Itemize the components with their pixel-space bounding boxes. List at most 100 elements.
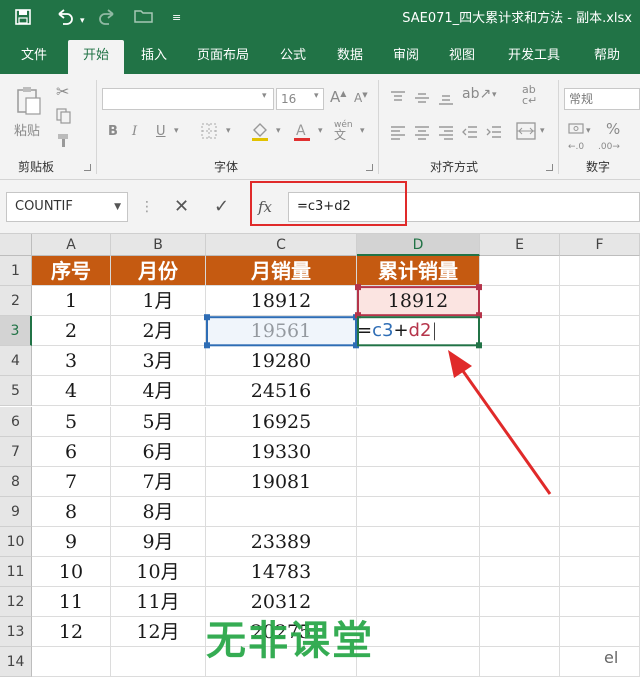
- row-header-5[interactable]: 5: [0, 376, 32, 407]
- cell-b3[interactable]: 2月: [111, 316, 206, 347]
- row-header-6[interactable]: 6: [0, 406, 32, 437]
- select-all-corner[interactable]: [0, 234, 32, 256]
- align-right-icon[interactable]: [438, 124, 454, 144]
- cell-a6[interactable]: 5: [32, 406, 111, 437]
- row-header-11[interactable]: 11: [0, 557, 32, 588]
- cell-a2[interactable]: 1: [32, 286, 111, 317]
- merge-center-icon[interactable]: [516, 122, 536, 144]
- font-launcher-icon[interactable]: [366, 164, 373, 171]
- wrap-text-icon[interactable]: ab c↵: [522, 84, 537, 106]
- cell-e10[interactable]: [480, 526, 560, 557]
- row-header-10[interactable]: 10: [0, 526, 32, 557]
- orientation-dropdown-icon[interactable]: ▾: [492, 90, 497, 100]
- cancel-button[interactable]: ✕: [174, 193, 189, 221]
- cell-e2[interactable]: [480, 286, 560, 317]
- cell-c5[interactable]: 24516: [206, 376, 357, 407]
- tab-insert[interactable]: 插入: [128, 38, 180, 74]
- cell-e6[interactable]: [480, 406, 560, 437]
- cell-a3[interactable]: 2: [32, 316, 111, 347]
- tab-help[interactable]: 帮助: [582, 38, 632, 74]
- underline-button[interactable]: U: [156, 124, 166, 139]
- column-header-c[interactable]: C: [206, 234, 357, 256]
- cell-e1[interactable]: [480, 256, 560, 287]
- phonetic-icon[interactable]: wén 文: [334, 120, 353, 142]
- cell-c4[interactable]: 19280: [206, 346, 357, 377]
- tab-review[interactable]: 审阅: [382, 38, 430, 74]
- tab-file[interactable]: 文件: [8, 38, 60, 74]
- open-folder-icon[interactable]: [134, 8, 154, 29]
- font-size-dropdown-icon[interactable]: ▾: [314, 91, 319, 101]
- cell-d11[interactable]: [357, 557, 480, 588]
- alignment-launcher-icon[interactable]: [546, 164, 553, 171]
- decrease-indent-icon[interactable]: [462, 124, 478, 144]
- cell-a12[interactable]: 11: [32, 587, 111, 618]
- cell-d3[interactable]: =c3+d2|: [357, 316, 480, 347]
- cell-d14[interactable]: [357, 647, 480, 678]
- cell-f13[interactable]: [560, 617, 640, 648]
- tab-view[interactable]: 视图: [438, 38, 486, 74]
- column-header-a[interactable]: A: [32, 234, 111, 256]
- row-header-1[interactable]: 1: [0, 256, 32, 287]
- font-color-icon[interactable]: A: [292, 120, 312, 146]
- paste-button[interactable]: 粘贴: [14, 120, 40, 139]
- tab-data[interactable]: 数据: [326, 38, 374, 74]
- align-bottom-icon[interactable]: [438, 90, 454, 110]
- cell-c11[interactable]: 14783: [206, 557, 357, 588]
- cell-b6[interactable]: 5月: [111, 406, 206, 437]
- cell-f8[interactable]: [560, 466, 640, 497]
- cell-d7[interactable]: [357, 436, 480, 467]
- cell-d1[interactable]: 累计销量: [357, 256, 480, 287]
- cell-f11[interactable]: [560, 557, 640, 588]
- align-middle-icon[interactable]: [414, 90, 430, 110]
- undo-dropdown-icon[interactable]: ▾: [80, 11, 85, 31]
- cell-f5[interactable]: [560, 376, 640, 407]
- underline-dropdown-icon[interactable]: ▾: [174, 126, 179, 136]
- font-color-dropdown-icon[interactable]: ▾: [318, 126, 323, 136]
- merge-dropdown-icon[interactable]: ▾: [540, 126, 545, 136]
- customize-icon[interactable]: ≡: [172, 8, 181, 28]
- row-header-12[interactable]: 12: [0, 587, 32, 618]
- cell-a8[interactable]: 7: [32, 466, 111, 497]
- cell-d9[interactable]: [357, 496, 480, 527]
- cell-d4[interactable]: [357, 346, 480, 377]
- cell-a11[interactable]: 10: [32, 557, 111, 588]
- fill-color-icon[interactable]: [250, 120, 270, 146]
- cell-a5[interactable]: 4: [32, 376, 111, 407]
- format-painter-icon[interactable]: [56, 132, 72, 152]
- cell-d8[interactable]: [357, 466, 480, 497]
- cell-f6[interactable]: [560, 406, 640, 437]
- fill-color-dropdown-icon[interactable]: ▾: [276, 126, 281, 136]
- cell-b14[interactable]: [111, 647, 206, 678]
- row-header-2[interactable]: 2: [0, 286, 32, 317]
- align-center-icon[interactable]: [414, 124, 430, 144]
- align-top-icon[interactable]: [390, 90, 406, 110]
- cell-a14[interactable]: [32, 647, 111, 678]
- cell-d12[interactable]: [357, 587, 480, 618]
- cell-d13[interactable]: [357, 617, 480, 648]
- cell-c3[interactable]: 19561: [206, 316, 357, 347]
- cell-c9[interactable]: [206, 496, 357, 527]
- row-header-3[interactable]: 3: [0, 316, 32, 347]
- cell-b12[interactable]: 11月: [111, 587, 206, 618]
- font-name-select[interactable]: [102, 88, 274, 110]
- cell-d5[interactable]: [357, 376, 480, 407]
- italic-button[interactable]: I: [132, 124, 137, 139]
- increase-indent-icon[interactable]: [486, 124, 502, 144]
- cell-b11[interactable]: 10月: [111, 557, 206, 588]
- tab-home[interactable]: 开始: [68, 40, 124, 74]
- bold-button[interactable]: B: [108, 124, 118, 139]
- number-format-select[interactable]: 常规: [564, 88, 640, 110]
- cell-e14[interactable]: [480, 647, 560, 678]
- save-icon[interactable]: [14, 8, 32, 31]
- cell-f14[interactable]: [560, 647, 640, 678]
- cell-d6[interactable]: [357, 406, 480, 437]
- cell-c2[interactable]: 18912: [206, 286, 357, 317]
- cell-d2[interactable]: 18912: [357, 286, 480, 317]
- cell-b9[interactable]: 8月: [111, 496, 206, 527]
- percent-format-icon[interactable]: %: [606, 120, 620, 138]
- paste-icon[interactable]: [14, 86, 42, 120]
- tab-formulas[interactable]: 公式: [268, 38, 318, 74]
- borders-icon[interactable]: [200, 122, 218, 144]
- cell-b7[interactable]: 6月: [111, 436, 206, 467]
- cell-e7[interactable]: [480, 436, 560, 467]
